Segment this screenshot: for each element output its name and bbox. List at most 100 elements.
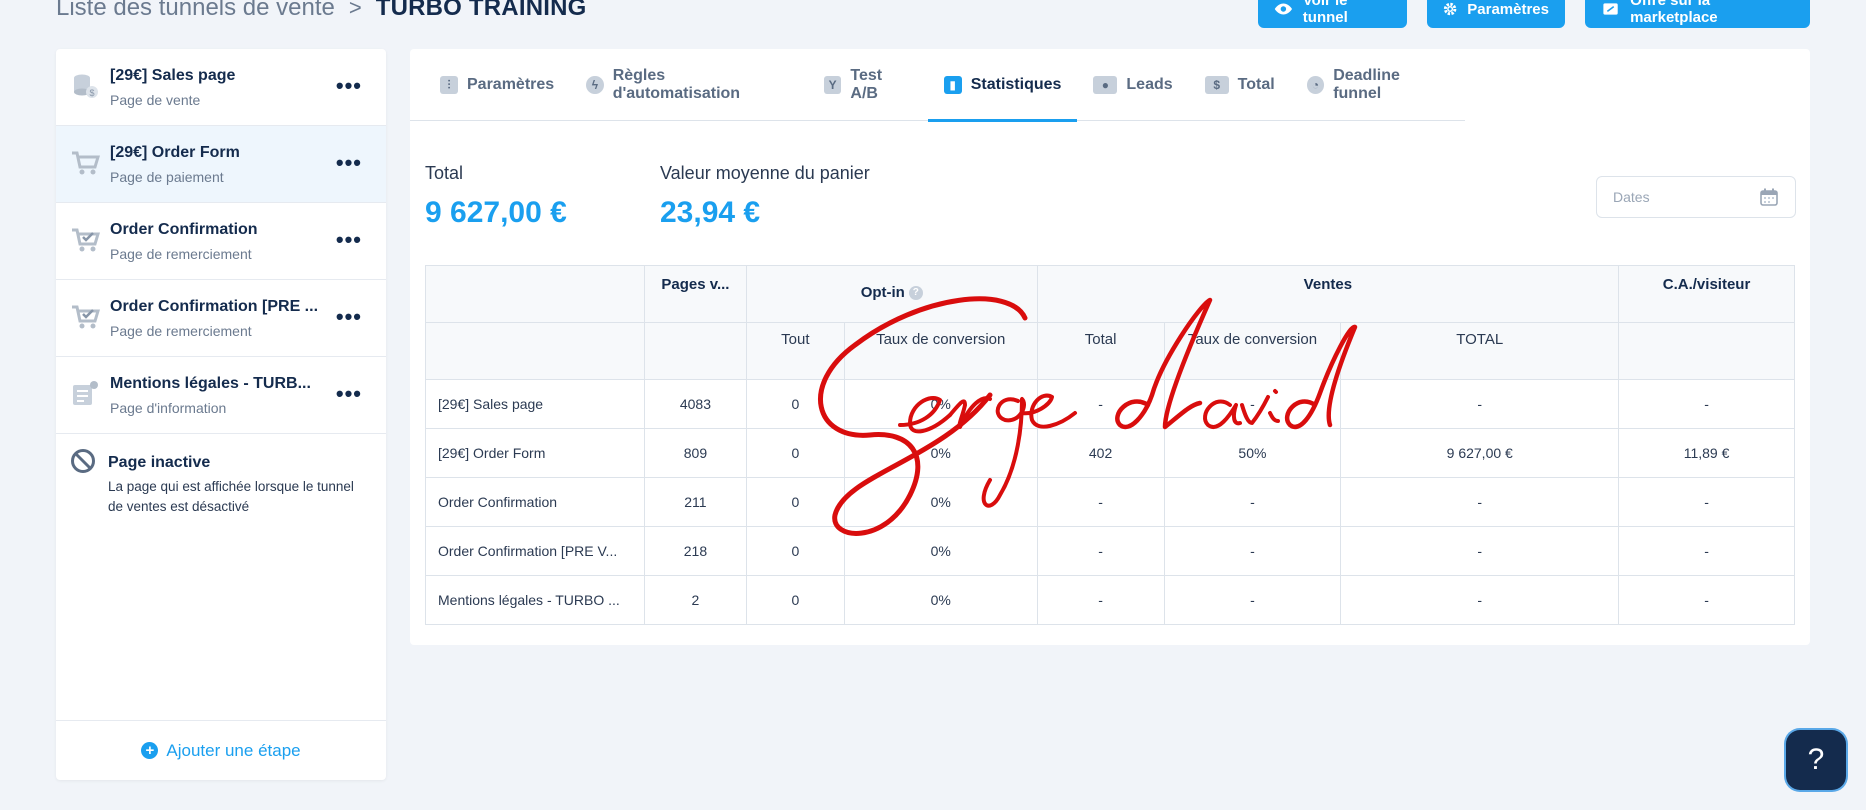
cart-check-icon <box>72 228 100 252</box>
cell-revenue-per-visitor: 11,89 € <box>1618 428 1795 478</box>
cell-sales-rate: - <box>1163 477 1342 527</box>
blocked-icon <box>71 449 95 473</box>
step-menu-button[interactable]: ••• <box>336 383 362 405</box>
plus-circle-icon: + <box>141 742 159 759</box>
breadcrumb-parent-link[interactable]: Liste des tunnels de vente <box>56 0 335 22</box>
subheader-optin-rate: Taux de conversion <box>843 322 1038 380</box>
cell-optin-all: 0 <box>745 526 845 576</box>
cell-page-views: 2 <box>643 575 747 625</box>
cell-revenue-per-visitor: - <box>1618 575 1795 625</box>
help-chat-button[interactable]: ? <box>1786 730 1846 790</box>
gear-icon <box>1443 2 1457 16</box>
subheader-empty <box>1618 322 1795 380</box>
svg-text:$: $ <box>89 88 94 98</box>
step-type: Page de paiement <box>110 169 224 185</box>
cell-optin-rate: 0% <box>843 526 1038 576</box>
cell-revenue-per-visitor: - <box>1618 526 1795 576</box>
cell-page-views: 809 <box>643 428 747 478</box>
table-row: [29€] Sales page 4083 0 0% - - - - <box>425 379 1795 429</box>
step-order-confirmation-pre[interactable]: Order Confirmation [PRE ... Page de reme… <box>56 280 386 357</box>
header-ventes: Ventes <box>1036 265 1620 323</box>
cart-icon <box>72 151 100 175</box>
step-legal-mentions[interactable]: Mentions légales - TURB... Page d'inform… <box>56 357 386 434</box>
cell-sales-amount: 9 627,00 € <box>1340 428 1620 478</box>
info-page-icon <box>73 381 98 405</box>
funnel-stats-table: Pages v... Opt-in? Ventes C.A./visiteur … <box>425 265 1795 625</box>
help-icon[interactable]: ? <box>908 286 923 301</box>
view-funnel-button[interactable]: Voir le tunnel <box>1258 0 1407 28</box>
settings-label: Paramètres <box>1467 0 1549 18</box>
subheader-empty <box>643 322 747 380</box>
cell-page-views: 218 <box>643 526 747 576</box>
cell-revenue-per-visitor: - <box>1618 379 1795 429</box>
inactive-page-step[interactable]: Page inactive La page qui est affichée l… <box>56 434 386 534</box>
dates-input[interactable] <box>1613 189 1743 205</box>
breadcrumb: Liste des tunnels de vente > TURBO TRAIN… <box>56 0 587 22</box>
page-title: TURBO TRAINING <box>375 0 587 21</box>
marketplace-offer-button[interactable]: Offre sur la marketplace <box>1585 0 1810 28</box>
cell-sales-total: - <box>1036 477 1165 527</box>
cell-sales-total: 402 <box>1036 428 1165 478</box>
cell-sales-total: - <box>1036 575 1165 625</box>
cell-page-name: Mentions légales - TURBO ... <box>425 575 645 625</box>
cart-check-icon <box>72 305 100 329</box>
step-type: Page de remerciement <box>110 246 252 262</box>
tab-parametres[interactable]: ⫶ Paramètres <box>410 49 570 121</box>
cell-sales-rate: - <box>1163 575 1342 625</box>
cell-optin-all: 0 <box>745 379 845 429</box>
step-menu-button[interactable]: ••• <box>336 152 362 174</box>
bolt-icon: ϟ <box>586 76 604 94</box>
step-menu-button[interactable]: ••• <box>336 306 362 328</box>
table-header-row: Pages v... Opt-in? Ventes C.A./visiteur <box>425 265 1795 323</box>
cell-optin-rate: 0% <box>843 477 1038 527</box>
step-order-confirmation[interactable]: Order Confirmation Page de remerciement … <box>56 203 386 280</box>
header-optin: Opt-in? <box>745 265 1038 323</box>
add-step-label: Ajouter une étape <box>166 740 301 760</box>
step-type: Page de vente <box>110 92 201 108</box>
tab-label: Règles d'automatisation <box>612 67 741 102</box>
tab-label: Statistiques <box>970 76 1062 93</box>
cell-page-name: [29€] Sales page <box>425 379 645 429</box>
tab-label: Paramètres <box>467 76 555 93</box>
cell-optin-all: 0 <box>745 477 845 527</box>
cell-sales-rate: - <box>1163 379 1342 429</box>
funnel-tabs: ⫶ Paramètres ϟ Règles d'automatisation Y Te… <box>410 49 1465 122</box>
tab-regles-automatisation[interactable]: ϟ Règles d'automatisation <box>570 49 808 121</box>
total-value: 9 627,00 € <box>425 196 567 229</box>
step-title: [29€] Sales page <box>110 67 236 84</box>
tab-leads[interactable]: ● Leads <box>1077 49 1188 121</box>
tab-test-ab[interactable]: Y Test A/B <box>808 49 928 121</box>
breadcrumb-separator: > <box>348 0 362 20</box>
step-sales-page[interactable]: $ [29€] Sales page Page de vente ••• <box>56 49 386 126</box>
step-type: Page d'information <box>110 400 227 416</box>
tab-deadline-funnel[interactable]: ◔ Deadline funnel <box>1291 49 1465 121</box>
add-step-button[interactable]: + Ajouter une étape <box>56 720 386 780</box>
statistics-panel: ⫶ Paramètres ϟ Règles d'automatisation Y Te… <box>410 49 1810 645</box>
cell-sales-total: - <box>1036 379 1165 429</box>
cell-sales-amount: - <box>1340 379 1620 429</box>
tab-statistiques[interactable]: ▮ Statistiques <box>927 49 1078 122</box>
header-optin-label: Opt-in <box>860 284 905 301</box>
ticket-icon <box>1603 3 1618 15</box>
step-order-form[interactable]: [29€] Order Form Page de paiement ••• <box>56 126 386 203</box>
cell-page-name: Order Confirmation [PRE V... <box>425 526 645 576</box>
step-type: Page de remerciement <box>110 323 252 339</box>
table-row: Order Confirmation 211 0 0% - - - - <box>425 477 1795 527</box>
table-row: [29€] Order Form 809 0 0% 402 50% 9 627,00 €11… <box>425 428 1795 478</box>
step-menu-button[interactable]: ••• <box>336 229 362 251</box>
tab-total[interactable]: $ Total <box>1189 49 1291 121</box>
header-empty <box>425 265 645 323</box>
settings-button[interactable]: Paramètres <box>1427 0 1565 28</box>
header-revenue-per-visitor: C.A./visiteur <box>1618 265 1795 323</box>
avg-cart-label: Valeur moyenne du panier <box>660 163 870 183</box>
dates-filter[interactable] <box>1596 176 1796 218</box>
cell-sales-amount: - <box>1340 477 1620 527</box>
table-row: Mentions légales - TURBO ... 2 0 0% - - - - <box>425 575 1795 625</box>
step-title: Mentions légales - TURB... <box>110 375 311 392</box>
step-menu-button[interactable]: ••• <box>336 75 362 97</box>
subheader-sales-total: Total <box>1036 322 1165 380</box>
table-row: Order Confirmation [PRE V... 218 0 0% - - - - <box>425 526 1795 576</box>
header-pages-views[interactable]: Pages v... <box>643 265 747 323</box>
tab-label: Leads <box>1126 76 1173 93</box>
cell-optin-rate: 0% <box>843 379 1038 429</box>
